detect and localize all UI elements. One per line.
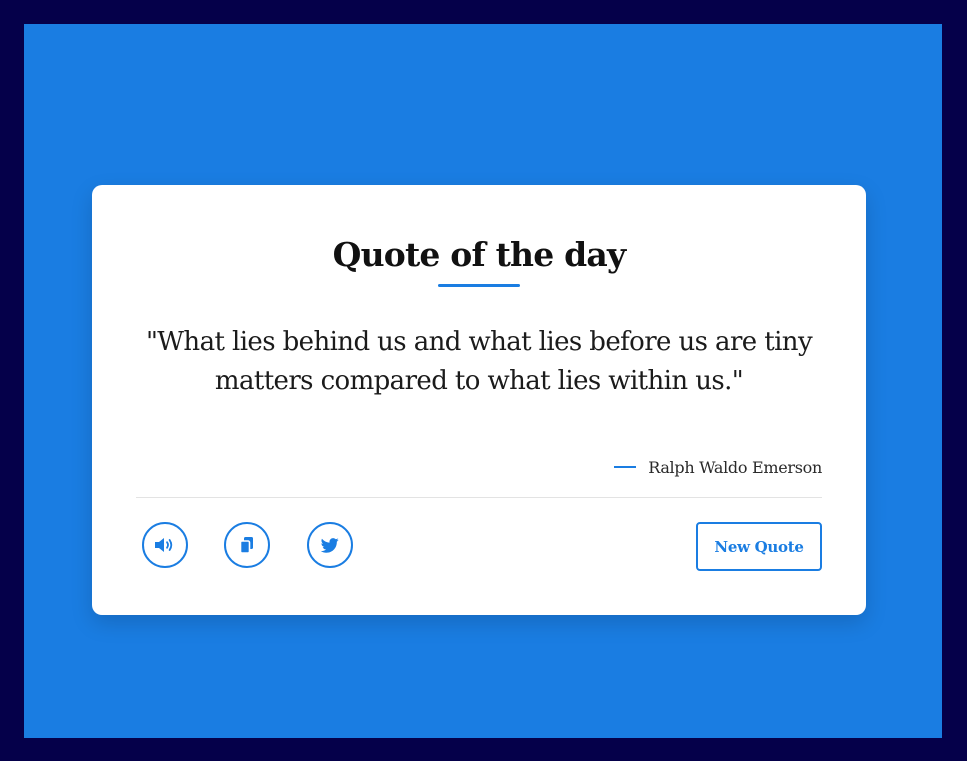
twitter-icon: [321, 537, 339, 553]
twitter-button[interactable]: [307, 522, 353, 568]
card-title: Quote of the day: [332, 235, 627, 274]
title-underline: [438, 284, 520, 287]
speech-button[interactable]: [142, 522, 188, 568]
author-name: Ralph Waldo Emerson: [648, 457, 822, 477]
quote-text: "What lies behind us and what lies befor…: [145, 327, 813, 396]
new-quote-button[interactable]: New Quote: [696, 522, 822, 571]
author-row: Ralph Waldo Emerson: [614, 455, 822, 479]
author-dash: [614, 466, 637, 468]
copy-icon: [239, 536, 255, 554]
copy-button[interactable]: [224, 522, 270, 568]
volume-icon: [154, 536, 176, 554]
quote-card: Quote of the day "What lies behind us an…: [92, 185, 866, 615]
card-divider: [136, 497, 822, 498]
page-background: Quote of the day "What lies behind us an…: [24, 24, 942, 738]
